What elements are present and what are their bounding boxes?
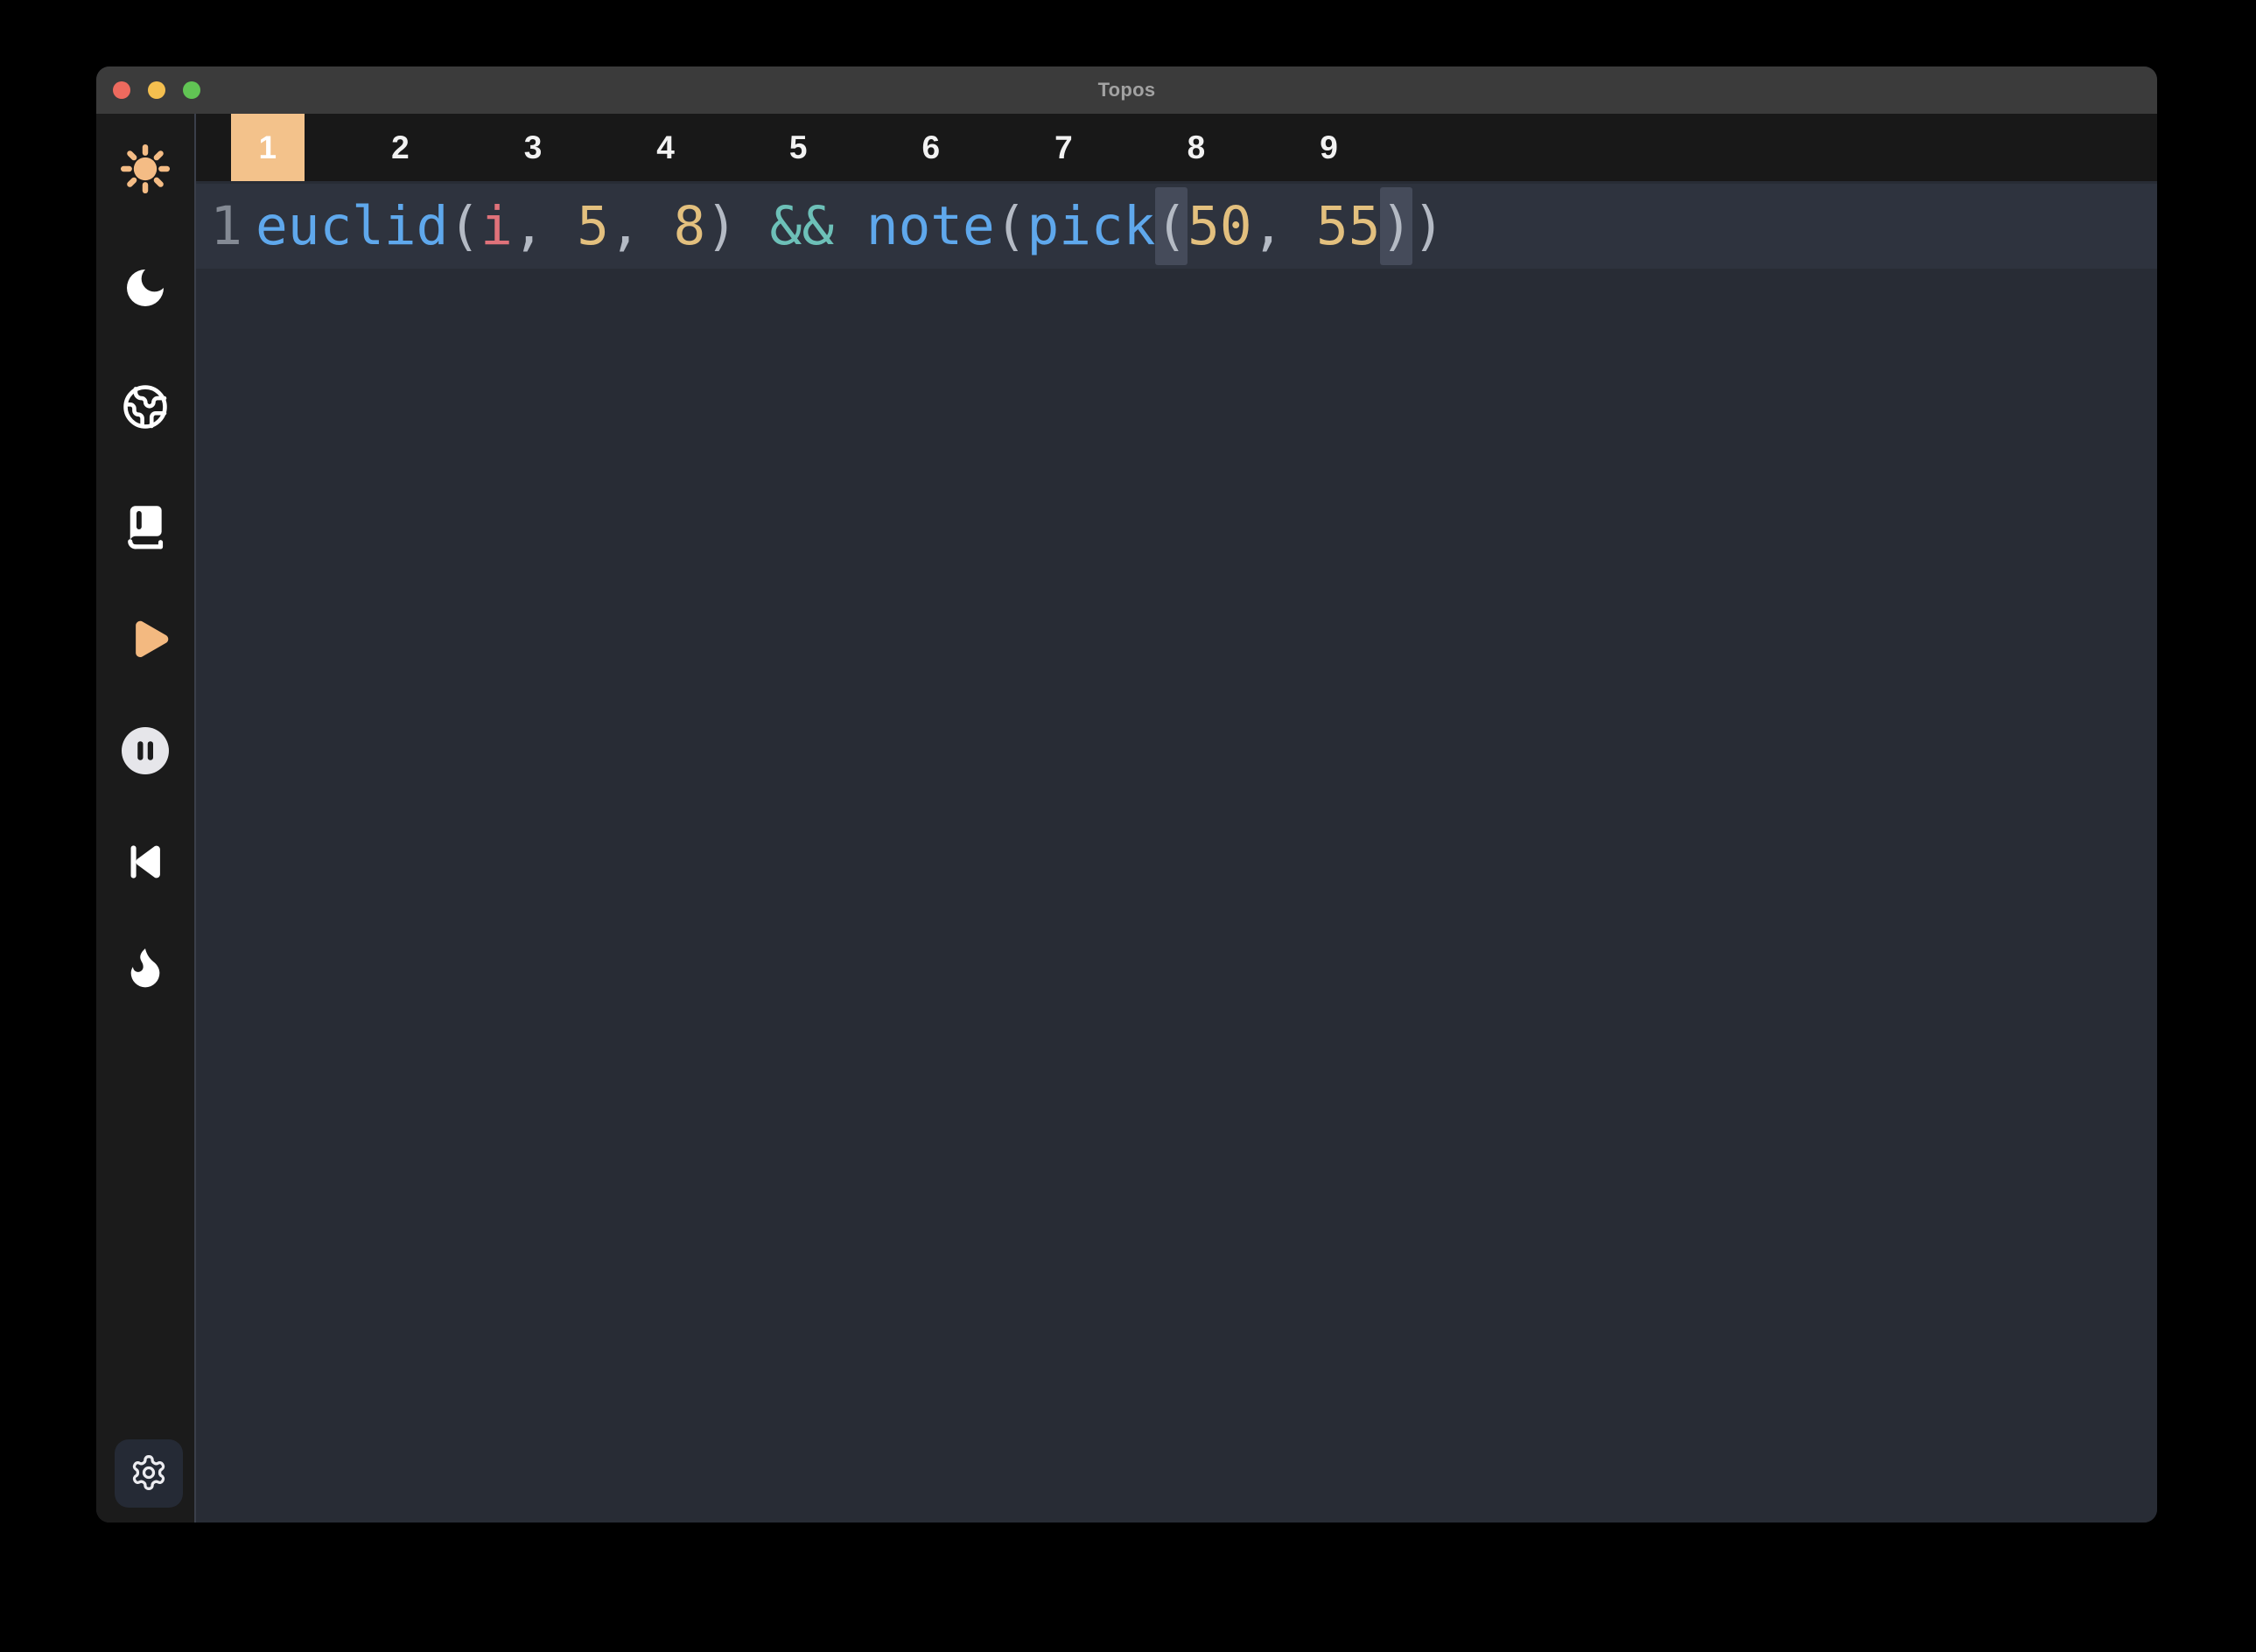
tab-5[interactable]: 5 — [732, 114, 865, 181]
tab-2[interactable]: 2 — [334, 114, 467, 181]
code-token: 50 — [1188, 195, 1251, 257]
tab-7[interactable]: 7 — [998, 114, 1131, 181]
sun-icon — [118, 142, 172, 196]
tab-label: 1 — [231, 114, 305, 181]
code-token: pick — [1026, 195, 1155, 257]
moon-icon — [121, 263, 170, 312]
tab-9[interactable]: 9 — [1263, 114, 1396, 181]
code-token: note — [866, 195, 995, 257]
desktop: Topos — [0, 0, 2256, 1652]
close-button[interactable] — [113, 81, 130, 99]
tab-label: 5 — [761, 114, 835, 181]
theme-light-button[interactable] — [121, 144, 170, 193]
book-icon — [121, 502, 170, 551]
tab-4[interactable]: 4 — [599, 114, 732, 181]
docs-button[interactable] — [121, 502, 170, 551]
code-token: ) — [705, 195, 769, 257]
code-token: euclid — [256, 195, 448, 257]
flame-icon — [121, 942, 170, 991]
code-token: , — [609, 195, 673, 257]
tab-label: 7 — [1026, 114, 1100, 181]
code-token: ( — [448, 195, 480, 257]
code-token: 8 — [673, 195, 705, 257]
skip-back-icon — [123, 839, 168, 885]
skip-back-button[interactable] — [121, 837, 170, 886]
tab-label: 9 — [1293, 114, 1366, 181]
matched-bracket: ( — [1155, 187, 1188, 265]
tab-8[interactable]: 8 — [1130, 114, 1263, 181]
matched-bracket: ) — [1380, 187, 1412, 265]
code-token: , — [513, 195, 577, 257]
code-token: ( — [995, 195, 1027, 257]
tab-6[interactable]: 6 — [865, 114, 998, 181]
code-token: , — [1252, 195, 1316, 257]
globe-button[interactable] — [121, 382, 170, 431]
window-title: Topos — [1098, 79, 1156, 102]
titlebar[interactable]: Topos — [96, 66, 2157, 114]
code-text: euclid(i, 5, 8) && note(pick(50, 55)) — [256, 184, 1445, 269]
gear-icon — [130, 1453, 168, 1494]
pattern-tabbar: 1 2 3 4 5 6 — [196, 114, 2157, 181]
tab-label: 4 — [629, 114, 703, 181]
pause-icon — [119, 724, 172, 777]
content-area: 1 2 3 4 5 6 — [196, 114, 2157, 1522]
play-button[interactable] — [121, 617, 170, 666]
tab-1[interactable]: 1 — [201, 114, 334, 181]
editor-line-1[interactable]: 1 euclid(i, 5, 8) && note(pick(50, 55)) — [196, 184, 2157, 269]
traffic-lights — [96, 66, 200, 114]
tab-label: 6 — [894, 114, 968, 181]
code-token: 55 — [1316, 195, 1380, 257]
code-token: i — [480, 195, 513, 257]
pause-button[interactable] — [121, 726, 170, 775]
flame-button[interactable] — [121, 942, 170, 991]
tab-label: 2 — [363, 114, 437, 181]
line-number: 1 — [210, 184, 242, 269]
play-icon — [118, 614, 172, 668]
tab-3[interactable]: 3 — [466, 114, 599, 181]
code-token: 5 — [577, 195, 609, 257]
tab-label: 3 — [496, 114, 570, 181]
code-token: && — [770, 195, 866, 257]
app-window: Topos — [96, 66, 2157, 1522]
tab-label: 8 — [1160, 114, 1233, 181]
zoom-button[interactable] — [183, 81, 200, 99]
theme-dark-button[interactable] — [121, 263, 170, 312]
code-editor[interactable]: 1 euclid(i, 5, 8) && note(pick(50, 55)) — [196, 181, 2157, 1522]
globe-icon — [120, 382, 171, 432]
window-body: 1 2 3 4 5 6 — [96, 114, 2157, 1522]
sidebar — [96, 114, 196, 1522]
settings-button[interactable] — [115, 1439, 183, 1508]
code-token: ) — [1412, 195, 1445, 257]
minimize-button[interactable] — [148, 81, 165, 99]
